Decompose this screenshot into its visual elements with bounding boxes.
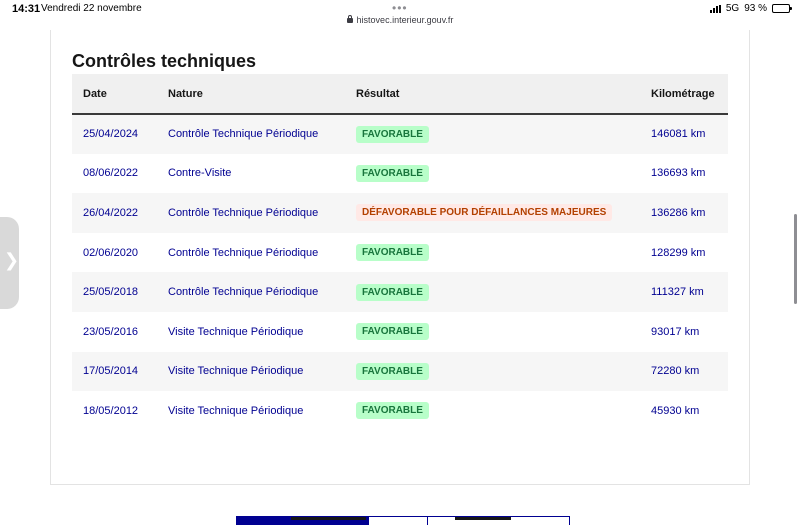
cell-date: 26/04/2022 (72, 193, 168, 233)
cell-nature: Contre-Visite (168, 153, 356, 194)
result-badge: FAVORABLE (356, 164, 429, 182)
side-panel-handle[interactable]: ❯ (0, 217, 19, 309)
cell-mileage: 72280 km (651, 351, 728, 392)
table-row: 25/04/2024 Contrôle Technique Périodique F… (72, 114, 728, 154)
cell-mileage: 93017 km (651, 311, 728, 352)
footer-divider (427, 517, 428, 525)
cell-mileage: 146081 km (651, 114, 728, 154)
technical-inspections-table: Date Nature Résultat Kilométrage 25/04/2… (72, 74, 728, 431)
result-badge: FAVORABLE (356, 362, 429, 380)
footer-bar (455, 517, 511, 520)
cell-nature: Visite Technique Périodique (168, 351, 356, 392)
table-row: 17/05/2014 Visite Technique Périodique FAV… (72, 351, 728, 392)
cell-date: 25/04/2024 (72, 114, 168, 154)
cell-date: 08/06/2022 (72, 153, 168, 194)
lock-icon (346, 15, 353, 23)
cell-result: FAVORABLE (356, 153, 651, 194)
status-date: Vendredi 22 novembre (41, 3, 142, 14)
cell-nature: Contrôle Technique Périodique (168, 272, 356, 312)
result-badge: FAVORABLE (356, 283, 429, 301)
status-time: 14:31 (12, 3, 41, 15)
result-badge: DÉFAVORABLE POUR DÉFAILLANCES MAJEURES (356, 204, 613, 222)
result-badge: FAVORABLE (356, 125, 429, 143)
header-nature: Nature (168, 74, 356, 115)
scroll-indicator[interactable] (794, 214, 797, 304)
cell-nature: Contrôle Technique Périodique (168, 232, 356, 273)
cell-date: 18/05/2012 (72, 391, 168, 431)
chevron-right-icon: ❯ (4, 250, 20, 270)
cell-result: FAVORABLE (356, 391, 651, 431)
cell-mileage: 136286 km (651, 193, 728, 233)
battery-icon (772, 4, 792, 13)
cell-nature: Visite Technique Périodique (168, 391, 356, 431)
network-type: 5G (725, 3, 740, 14)
footer-peek (236, 516, 570, 525)
table-row: 18/05/2012 Visite Technique Périodique FAV… (72, 391, 728, 431)
table-row: 23/05/2016 Visite Technique Périodique FAV… (72, 311, 728, 352)
section-title: Contrôles techniques (72, 51, 257, 71)
cell-mileage: 136693 km (651, 153, 728, 194)
result-badge: FAVORABLE (356, 402, 429, 420)
cell-result: FAVORABLE (356, 232, 651, 273)
cell-date: 23/05/2016 (72, 311, 168, 352)
cell-result: FAVORABLE (356, 351, 651, 392)
cell-nature: Contrôle Technique Périodique (168, 114, 356, 154)
result-badge: FAVORABLE (356, 244, 429, 262)
header-result: Résultat (356, 74, 651, 115)
address-url: histovec.interieur.gouv.fr (356, 15, 454, 25)
cell-date: 25/05/2018 (72, 272, 168, 312)
table-row: 26/04/2022 Contrôle Technique Périodique D… (72, 193, 728, 233)
signal-icon (709, 4, 721, 13)
table-row: 08/06/2022 Contre-Visite FAVORABLE 136693 k… (72, 153, 728, 194)
cell-mileage: 45930 km (651, 391, 728, 431)
cell-date: 17/05/2014 (72, 351, 168, 392)
cell-date: 02/06/2020 (72, 232, 168, 273)
cell-result: FAVORABLE (356, 114, 651, 154)
footer-bar (291, 517, 366, 520)
table-header-row: Date Nature Résultat Kilométrage (72, 74, 728, 115)
address-bar[interactable]: histovec.interieur.gouv.fr (0, 15, 800, 25)
cell-result: FAVORABLE (356, 311, 651, 352)
header-mileage: Kilométrage (651, 74, 728, 115)
cell-result: DÉFAVORABLE POUR DÉFAILLANCES MAJEURES (356, 193, 651, 233)
cell-nature: Contrôle Technique Périodique (168, 193, 356, 233)
cell-mileage: 111327 km (651, 272, 728, 312)
status-indicators: 5G 93 % (709, 3, 792, 14)
status-bar: 14:31 Vendredi 22 novembre ••• histovec.… (0, 0, 800, 32)
cell-nature: Visite Technique Périodique (168, 311, 356, 352)
header-date: Date (72, 74, 168, 115)
battery-percent: 93 % (744, 3, 767, 14)
result-badge: FAVORABLE (356, 323, 429, 341)
table-row: 02/06/2020 Contrôle Technique Périodique F… (72, 232, 728, 273)
table-row: 25/05/2018 Contrôle Technique Périodique F… (72, 272, 728, 312)
cell-result: FAVORABLE (356, 272, 651, 312)
more-dots-icon[interactable]: ••• (392, 1, 408, 15)
cell-mileage: 128299 km (651, 232, 728, 273)
table-body: 25/04/2024 Contrôle Technique Périodique F… (72, 114, 728, 431)
